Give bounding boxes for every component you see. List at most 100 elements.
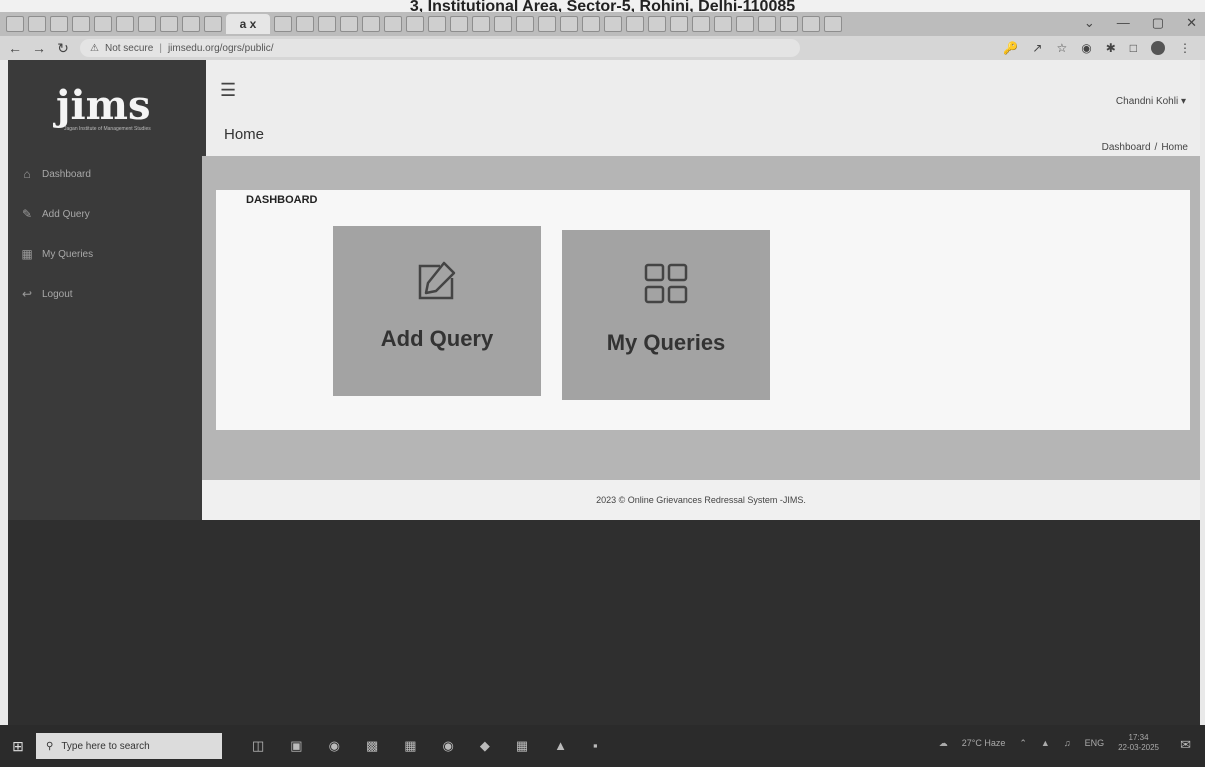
- browser-tab[interactable]: [340, 16, 358, 32]
- page-title: Home: [224, 126, 265, 143]
- user-name: Chandni Kohli: [1115, 96, 1179, 107]
- sidebar-item-label: Dashboard: [42, 168, 91, 180]
- browser-tab[interactable]: [160, 16, 178, 32]
- browser-tab[interactable]: [116, 16, 134, 32]
- browser-tab[interactable]: [204, 16, 222, 32]
- back-arrow-icon[interactable]: ←: [8, 40, 22, 56]
- browser-toolbar-icons: 🔑 ↗ ☆ ◉ ✱ □ ⋮: [1003, 41, 1191, 55]
- browser-tab[interactable]: [72, 16, 90, 32]
- key-icon[interactable]: 🔑: [1003, 41, 1018, 55]
- task-view-icon[interactable]: ◫: [252, 738, 264, 754]
- browser-tab[interactable]: [6, 16, 24, 32]
- warning-icon[interactable]: ⚠: [90, 43, 99, 54]
- browser-tab[interactable]: [714, 16, 732, 32]
- browser-tab[interactable]: [50, 16, 68, 32]
- star-icon[interactable]: ☆: [1056, 41, 1067, 55]
- browser-tab[interactable]: [384, 16, 402, 32]
- windows-start-icon[interactable]: ⊞: [0, 738, 36, 755]
- puzzle-icon[interactable]: ✱: [1106, 41, 1116, 55]
- browser-tab-active[interactable]: a x: [226, 14, 270, 34]
- maximize-icon[interactable]: ▢: [1152, 15, 1164, 31]
- jims-logo[interactable]: jims Jagan Institute of Management Studi…: [56, 84, 176, 144]
- sidebar-item-logout[interactable]: ↩ Logout: [20, 274, 200, 314]
- sidebar-menu: ⌂ Dashboard ✎ Add Query ▦ My Queries ↩ L…: [20, 154, 200, 314]
- browser-tab[interactable]: [824, 16, 842, 32]
- weather-text[interactable]: 27°C Haze: [962, 738, 1006, 748]
- logo-tagline: Jagan Institute of Management Studies: [64, 126, 151, 132]
- browser-tab[interactable]: [28, 16, 46, 32]
- system-tray: ☁ 27°C Haze ⌃ ▲ ♫ ENG 17:34 22-03-2025: [939, 733, 1159, 753]
- browser-icon[interactable]: ◉: [329, 738, 340, 754]
- extension-icon[interactable]: ◉: [1081, 41, 1091, 55]
- browser-tab[interactable]: [758, 16, 776, 32]
- browser-tab[interactable]: [138, 16, 156, 32]
- volume-icon[interactable]: ♫: [1064, 738, 1071, 748]
- tray-chevron-icon[interactable]: ⌃: [1019, 738, 1027, 749]
- dashboard-title: DASHBOARD: [246, 194, 318, 206]
- browser-tab[interactable]: [362, 16, 380, 32]
- browser-tab[interactable]: [582, 16, 600, 32]
- browser-tab[interactable]: [736, 16, 754, 32]
- browser-tab[interactable]: [538, 16, 556, 32]
- browser-tab[interactable]: [494, 16, 512, 32]
- browser-tab[interactable]: [516, 16, 534, 32]
- tab-search-icon[interactable]: ⌄: [1084, 15, 1095, 31]
- close-icon[interactable]: ✕: [1186, 15, 1197, 31]
- sidebar-item-dashboard[interactable]: ⌂ Dashboard: [20, 154, 200, 194]
- user-menu[interactable]: Chandni Kohli ▾: [1116, 96, 1186, 107]
- sidepanel-icon[interactable]: □: [1130, 41, 1137, 55]
- app-icon[interactable]: ◉: [443, 738, 454, 754]
- weather-icon[interactable]: ☁: [939, 738, 948, 749]
- app-icon[interactable]: ▪: [593, 738, 598, 754]
- network-icon[interactable]: ▲: [1041, 738, 1050, 748]
- store-icon[interactable]: ▦: [404, 738, 416, 754]
- my-queries-tile[interactable]: My Queries: [562, 230, 770, 400]
- language-indicator[interactable]: ENG: [1085, 738, 1105, 748]
- home-icon: ⌂: [23, 167, 31, 181]
- add-query-tile[interactable]: Add Query: [333, 226, 541, 396]
- pdf-icon[interactable]: ◆: [480, 738, 490, 754]
- hamburger-menu-icon[interactable]: ☰: [220, 80, 236, 101]
- breadcrumb-current: Home: [1161, 142, 1188, 153]
- browser-tab[interactable]: [182, 16, 200, 32]
- browser-tab[interactable]: [692, 16, 710, 32]
- browser-tab[interactable]: [604, 16, 622, 32]
- minimize-icon[interactable]: —: [1117, 15, 1130, 31]
- browser-tab[interactable]: [94, 16, 112, 32]
- file-explorer-icon[interactable]: ▩: [366, 738, 378, 754]
- browser-tab[interactable]: [296, 16, 314, 32]
- forward-arrow-icon[interactable]: →: [32, 40, 46, 56]
- browser-tab[interactable]: [472, 16, 490, 32]
- my-queries-label: My Queries: [606, 330, 726, 355]
- browser-tab[interactable]: [670, 16, 688, 32]
- window-controls: ⌄ — ▢ ✕: [1084, 15, 1197, 31]
- excel-icon[interactable]: ▦: [516, 738, 528, 754]
- sidebar-item-add-query[interactable]: ✎ Add Query: [20, 194, 200, 234]
- clock[interactable]: 17:34 22-03-2025: [1118, 733, 1159, 753]
- browser-tab[interactable]: [406, 16, 424, 32]
- breadcrumb-dashboard[interactable]: Dashboard: [1102, 142, 1151, 153]
- browser-tab[interactable]: [560, 16, 578, 32]
- address-bar[interactable]: ⚠ Not secure | jimsedu.org/ogrs/public/: [80, 39, 800, 57]
- browser-tab[interactable]: [626, 16, 644, 32]
- browser-tab[interactable]: [428, 16, 446, 32]
- browser-tab[interactable]: [802, 16, 820, 32]
- sidebar-item-my-queries[interactable]: ▦ My Queries: [20, 234, 200, 274]
- more-menu-icon[interactable]: ⋮: [1179, 41, 1191, 55]
- share-icon[interactable]: ↗: [1032, 41, 1042, 55]
- browser-tab[interactable]: [450, 16, 468, 32]
- url-text: jimsedu.org/ogrs/public/: [167, 42, 274, 54]
- reload-icon[interactable]: ↻: [56, 40, 70, 57]
- filezilla-icon[interactable]: ▲: [554, 738, 567, 754]
- clock-date: 22-03-2025: [1118, 743, 1159, 752]
- browser-tab[interactable]: [274, 16, 292, 32]
- browser-tab[interactable]: [780, 16, 798, 32]
- widgets-icon[interactable]: ▣: [290, 738, 302, 754]
- browser-tab[interactable]: [648, 16, 666, 32]
- profile-avatar-icon[interactable]: [1151, 41, 1165, 55]
- browser-tab[interactable]: [318, 16, 336, 32]
- notification-icon[interactable]: ✉: [1180, 737, 1191, 753]
- edit-icon: [412, 256, 462, 306]
- sidebar-item-label: My Queries: [42, 248, 94, 260]
- taskbar-search[interactable]: ⚲ Type here to search: [36, 733, 222, 759]
